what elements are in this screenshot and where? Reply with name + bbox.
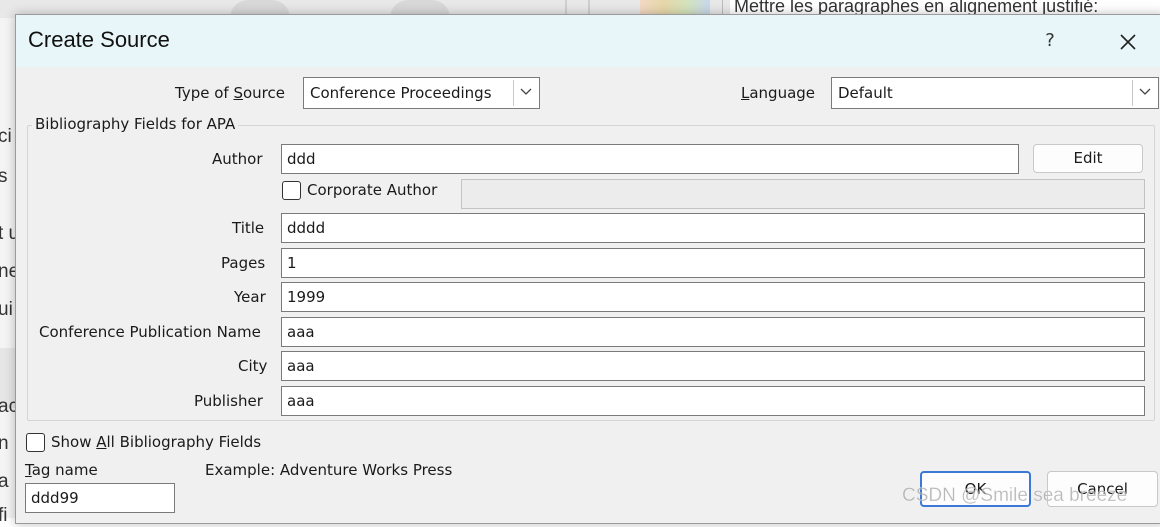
pages-label: Pages [221, 254, 266, 272]
close-button[interactable] [1106, 25, 1150, 57]
group-title: Bibliography Fields for APA [32, 115, 239, 133]
conference-publication-name-field[interactable]: aaa [281, 317, 1145, 347]
year-label: Year [234, 288, 266, 306]
language-label: Language [741, 84, 816, 102]
title-label: Title [232, 219, 265, 237]
corporate-author-field [461, 179, 1145, 209]
conference-publication-name-label: Conference Publication Name [39, 323, 261, 341]
language-value: Default [838, 84, 893, 102]
background-text-fragment: ci [0, 126, 12, 147]
background-text-fragment: a [0, 471, 9, 492]
dialog-title: Create Source [28, 27, 170, 52]
background-text-fragment: fi [0, 505, 8, 526]
title-field[interactable]: dddd [281, 213, 1145, 243]
publisher-label: Publisher [194, 392, 263, 410]
edit-author-button[interactable]: Edit [1033, 144, 1143, 173]
watermark: CSDN @Smile sea breeze [902, 485, 1128, 506]
publisher-field[interactable]: aaa [281, 386, 1145, 416]
show-all-fields-label: Show All Bibliography Fields [51, 433, 262, 451]
tag-name-field[interactable]: ddd99 [25, 483, 175, 513]
chevron-down-icon[interactable] [513, 80, 537, 106]
corporate-author-checkbox[interactable] [282, 181, 301, 200]
help-button[interactable]: ? [1032, 25, 1068, 57]
author-label: Author [212, 150, 263, 168]
corporate-author-label: Corporate Author [307, 181, 438, 199]
year-field[interactable]: 1999 [281, 282, 1145, 312]
city-label: City [238, 357, 268, 375]
close-icon [1120, 33, 1136, 50]
language-dropdown[interactable]: Default [831, 77, 1159, 109]
city-field[interactable]: aaa [281, 351, 1145, 381]
tag-name-label: Tag name [25, 461, 98, 479]
example-text: Example: Adventure Works Press [205, 461, 453, 479]
dialog-titlebar: Create Source ? [16, 15, 1160, 67]
chevron-down-icon[interactable] [1132, 80, 1156, 106]
background-text-fragment: n [0, 433, 9, 454]
type-of-source-dropdown[interactable]: Conference Proceedings [303, 77, 540, 109]
create-source-dialog: Create Source ? Type of Source Conferenc… [15, 14, 1160, 524]
author-field[interactable]: ddd [281, 144, 1019, 174]
type-of-source-label: Type of Source [175, 84, 285, 102]
background-text-fragment: s [0, 166, 8, 187]
pages-field[interactable]: 1 [281, 248, 1145, 278]
type-of-source-value: Conference Proceedings [310, 84, 492, 102]
show-all-fields-checkbox[interactable] [26, 433, 45, 452]
background-text-fragment: ui [0, 299, 13, 320]
